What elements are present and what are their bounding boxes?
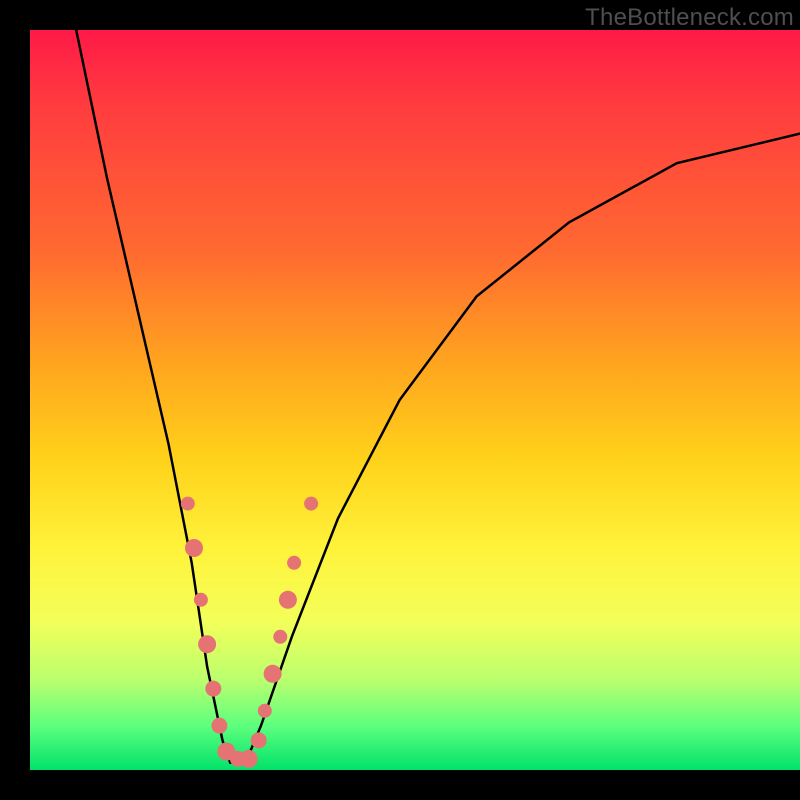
watermark-text: TheBottleneck.com — [585, 4, 794, 32]
plot-area — [30, 30, 800, 770]
marker-dot — [205, 681, 221, 697]
marker-dot — [198, 635, 216, 653]
chart-frame: TheBottleneck.com — [0, 0, 800, 800]
bottleneck-curve — [76, 30, 800, 763]
curve-layer — [30, 30, 800, 770]
marker-dot — [194, 593, 208, 607]
marker-dot — [264, 665, 282, 683]
marker-dot — [211, 718, 227, 734]
marker-dot — [181, 497, 195, 511]
marker-dot — [258, 704, 272, 718]
marker-dot — [273, 630, 287, 644]
marker-dot — [304, 497, 318, 511]
marker-dot — [251, 732, 267, 748]
marker-dot — [185, 539, 203, 557]
marker-dot — [279, 591, 297, 609]
marker-dot — [287, 556, 301, 570]
marker-dot — [240, 750, 258, 768]
